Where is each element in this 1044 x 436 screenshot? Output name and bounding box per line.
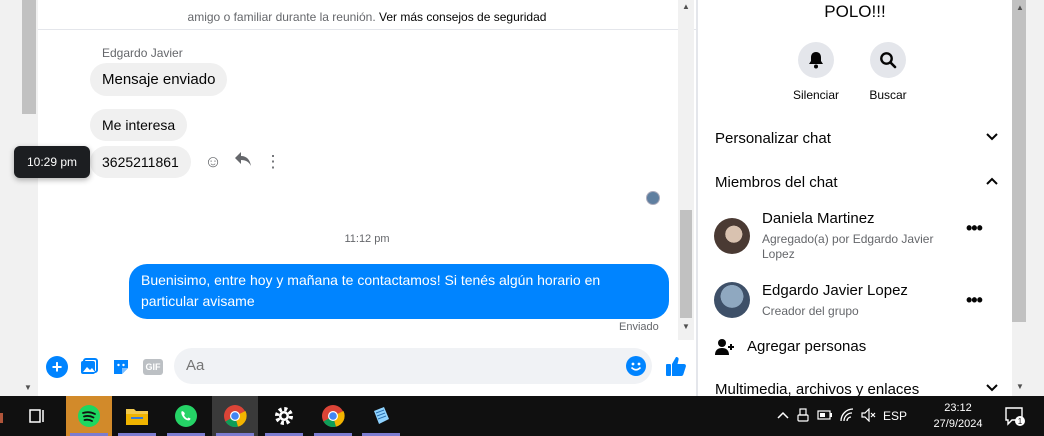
chat-members-label: Miembros del chat xyxy=(715,174,838,191)
chevron-up-icon xyxy=(985,174,999,191)
scroll-up-arrow-icon[interactable]: ▲ xyxy=(1016,3,1024,12)
avatar xyxy=(714,218,750,254)
start-icon[interactable] xyxy=(0,396,14,436)
sent-status: Enviado xyxy=(619,321,659,333)
scroll-up-arrow-icon[interactable]: ▲ xyxy=(682,2,690,11)
customize-chat-label: Personalizar chat xyxy=(715,130,831,147)
emoji-icon[interactable] xyxy=(626,356,646,376)
chevron-down-icon xyxy=(985,130,999,147)
search-icon xyxy=(870,42,906,78)
bell-icon xyxy=(798,42,834,78)
chat-scrollbar[interactable]: ▲ ▼ xyxy=(678,0,694,340)
gif-label: GIF xyxy=(143,359,163,375)
taskbar: ESP 23:12 27/9/2024 1 xyxy=(0,396,1044,436)
scroll-down-arrow-icon[interactable]: ▼ xyxy=(682,322,690,331)
chevron-up-icon[interactable] xyxy=(774,409,792,423)
add-people-label: Agregar personas xyxy=(747,338,867,355)
time-divider: 11:12 pm xyxy=(344,233,390,245)
page-scrollbar-thumb[interactable] xyxy=(22,0,36,114)
clock-time: 23:12 xyxy=(944,402,972,414)
clock-date: 27/9/2024 xyxy=(933,418,983,430)
volume-muted-icon[interactable] xyxy=(858,407,880,425)
member-name: Edgardo Javier Lopez xyxy=(762,282,908,299)
group-title: POLO!!! xyxy=(824,2,886,21)
chat-members-section[interactable]: Miembros del chat xyxy=(715,174,999,191)
notification-count: 1 xyxy=(1018,417,1023,426)
seen-avatar xyxy=(646,191,660,205)
message-bubble[interactable]: Mensaje enviado xyxy=(90,63,228,96)
settings-gear-icon[interactable] xyxy=(261,396,307,436)
message-bubble[interactable]: 3625211861 xyxy=(90,146,191,178)
chat-panel: amigo o familiar durante la reunión. Ver… xyxy=(14,0,696,396)
clock[interactable]: 23:12 27/9/2024 xyxy=(928,400,988,432)
more-options-icon[interactable]: ••• xyxy=(966,290,983,311)
reply-icon[interactable] xyxy=(234,151,252,172)
react-emoji-icon[interactable]: ☺ xyxy=(204,152,222,172)
task-view-icon[interactable] xyxy=(14,396,60,436)
chrome-icon[interactable] xyxy=(212,396,258,436)
chat-info-panel: POLO!!! Silenciar Buscar Personalizar ch… xyxy=(698,0,1012,398)
avatar xyxy=(714,282,750,318)
safety-banner-text: amigo o familiar durante la reunión. xyxy=(187,10,376,24)
more-options-icon[interactable]: ⋮ xyxy=(264,152,282,172)
scroll-down-arrow-icon[interactable]: ▼ xyxy=(1016,382,1024,391)
chat-scrollbar-thumb[interactable] xyxy=(680,210,692,318)
wifi-icon[interactable] xyxy=(836,407,858,425)
panel-scrollbar[interactable]: ▲ ▼ xyxy=(1012,0,1044,396)
notification-center-icon[interactable]: 1 xyxy=(1000,396,1030,436)
sender-name: Edgardo Javier xyxy=(102,46,183,60)
gif-icon[interactable]: GIF xyxy=(142,356,164,378)
spotify-icon[interactable] xyxy=(66,396,112,436)
member-name: Daniela Martinez xyxy=(762,210,875,227)
member-subtitle: Creador del grupo xyxy=(762,304,859,318)
panel-scrollbar-thumb[interactable] xyxy=(1012,0,1026,322)
message-actions: ☺ ⋮ xyxy=(204,151,282,172)
page-scrollbar[interactable]: ▼ xyxy=(0,0,38,396)
message-bubble[interactable]: Me interesa xyxy=(90,109,188,141)
message-input[interactable] xyxy=(174,348,652,384)
more-options-icon[interactable]: ••• xyxy=(966,218,983,239)
mute-button[interactable]: Silenciar xyxy=(786,42,846,102)
chrome-icon[interactable] xyxy=(310,396,356,436)
search-button[interactable]: Buscar xyxy=(858,42,918,102)
file-explorer-icon[interactable] xyxy=(114,396,160,436)
customize-chat-section[interactable]: Personalizar chat xyxy=(715,130,999,147)
language-indicator[interactable]: ESP xyxy=(880,409,910,423)
system-tray: ESP xyxy=(774,396,910,436)
photo-icon[interactable] xyxy=(78,356,100,378)
sticker-icon[interactable] xyxy=(110,356,132,378)
whatsapp-icon[interactable] xyxy=(163,396,209,436)
scroll-down-arrow-icon[interactable]: ▼ xyxy=(24,383,32,392)
my-message-bubble[interactable]: Buenisimo, entre hoy y mañana te contact… xyxy=(129,264,669,319)
timestamp-tooltip: 10:29 pm xyxy=(14,146,90,178)
like-icon[interactable] xyxy=(664,354,688,378)
battery-icon[interactable] xyxy=(814,409,836,423)
mute-label: Silenciar xyxy=(792,88,840,102)
safety-banner: amigo o familiar durante la reunión. Ver… xyxy=(38,0,696,30)
screen: ▼ amigo o familiar durante la reunión. V… xyxy=(0,0,1044,436)
add-person-icon xyxy=(715,338,735,361)
member-subtitle: Agregado(a) por Edgardo Javier Lopez xyxy=(762,232,934,261)
usb-icon[interactable] xyxy=(792,407,814,425)
safety-tips-link[interactable]: Ver más consejos de seguridad xyxy=(379,10,546,24)
notepad-icon[interactable] xyxy=(358,396,404,436)
composer: + GIF xyxy=(38,340,696,396)
search-label: Buscar xyxy=(869,88,907,102)
plus-icon[interactable]: + xyxy=(46,356,68,378)
